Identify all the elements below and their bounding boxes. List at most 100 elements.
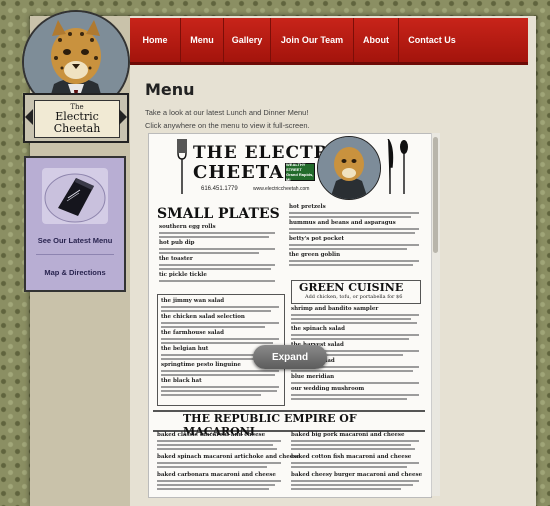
text-line (159, 280, 275, 282)
sidebar-menu-box: See Our Latest Menu Map & Directions (24, 156, 126, 292)
nav-gallery[interactable]: Gallery (224, 18, 271, 62)
text-line (161, 370, 279, 372)
text-line (289, 248, 407, 250)
text-line (291, 480, 419, 482)
text-line (157, 462, 281, 464)
text-line (161, 390, 277, 392)
electric-cheetah-logo[interactable]: The Electric Cheetah (23, 93, 129, 143)
logo-arrow-right-icon (119, 109, 127, 125)
text-line (291, 338, 409, 340)
mac-item: baked spinach macaroni artichoke and che… (157, 454, 300, 460)
text-line (161, 342, 273, 344)
menu-document-viewer[interactable]: THE ELECTRIC CHEETAH WEALTHY STREET Gran… (148, 133, 432, 498)
logo-line2: Cheetah (53, 122, 101, 135)
see-latest-menu-link[interactable]: See Our Latest Menu (26, 236, 124, 245)
text-line (289, 228, 419, 230)
mac-item: baked big pork macaroni and cheese (291, 432, 405, 438)
text-line (157, 480, 281, 482)
text-line (157, 484, 275, 486)
text-line (161, 310, 271, 312)
sidebar-divider (36, 254, 114, 255)
logo-name: Electric Cheetah (54, 111, 101, 135)
right-item: hummus and beans and asparagus (289, 220, 396, 226)
nav-about[interactable]: About (354, 18, 399, 62)
text-line (157, 466, 267, 468)
page-title: Menu (145, 80, 195, 99)
text-line (289, 212, 419, 214)
mac-item: baked cheesy burger macaroni and cheese (291, 472, 423, 478)
text-line (161, 386, 279, 388)
nav-contact-us[interactable]: Contact Us (399, 18, 465, 62)
text-line (291, 448, 415, 450)
text-line (291, 334, 419, 336)
text-line (291, 394, 419, 396)
text-line (291, 382, 419, 384)
text-line (157, 440, 281, 442)
text-line (289, 260, 419, 262)
green-item: the spinach salad (291, 326, 345, 332)
text-line (289, 244, 419, 246)
nav-menu[interactable]: Menu (181, 18, 224, 62)
text-line (159, 232, 275, 234)
salad-item: springtime pesto linguine (161, 362, 241, 368)
text-line (291, 462, 419, 464)
salad-item: the black hat (161, 378, 202, 384)
text-line (289, 232, 415, 234)
mac-item: baked cotton fish macaroni and cheese (291, 454, 412, 460)
text-line (291, 322, 417, 324)
nav-home[interactable]: Home (130, 18, 181, 62)
main-nav: Home Menu Gallery Join Our Team About Co… (130, 18, 528, 65)
green-item: our wedding mushroom (291, 386, 365, 392)
left-item: hot pub dip (159, 240, 195, 246)
text-line (291, 484, 413, 486)
text-line (291, 314, 419, 316)
salad-item: the farmhouse salad (161, 330, 224, 336)
scroll-thumb[interactable] (433, 137, 438, 253)
doc-website: www.electriccheetah.com (253, 186, 310, 192)
green-cuisine-sub: Add chicken, tofu, or portabella for $6 (305, 294, 403, 300)
right-item: the green goblin (289, 252, 341, 258)
intro-text-2: Click anywhere on the menu to view it fu… (145, 121, 310, 130)
green-cuisine-title: GREEN CUISINE (299, 281, 404, 294)
map-directions-link[interactable]: Map & Directions (26, 268, 124, 277)
salad-item: the belgian hut (161, 346, 209, 352)
knife-icon (387, 139, 394, 194)
intro-text-1: Take a look at our latest Lunch and Dinn… (145, 108, 309, 117)
text-line (159, 264, 275, 266)
right-item: hot pretzels (289, 204, 326, 210)
text-line (161, 338, 279, 340)
mac-item: baked classic macaroni and cheese (157, 432, 266, 438)
logo-plaque: The Electric Cheetah (34, 100, 120, 138)
menu-book-icon (44, 173, 106, 223)
green-item: blue meridian (291, 374, 335, 380)
text-line (291, 444, 411, 446)
street-badge: WEALTHY STREET Grand Rapids, MI (285, 162, 315, 182)
nav-join-our-team[interactable]: Join Our Team (271, 18, 354, 62)
text-line (157, 444, 273, 446)
text-line (289, 264, 413, 266)
text-line (291, 466, 407, 468)
text-line (161, 322, 279, 324)
menu-book-image[interactable] (42, 168, 108, 224)
text-line (157, 488, 269, 490)
left-item: the toaster (159, 256, 193, 262)
text-line (159, 236, 269, 238)
mac-item: baked carbonara macaroni and cheese (157, 472, 276, 478)
small-plates-title: SMALL PLATES (157, 206, 280, 222)
expand-button[interactable]: Expand (253, 345, 327, 369)
text-line (161, 394, 261, 396)
salad-item: the chicken salad selection (161, 314, 245, 320)
text-line (159, 248, 275, 250)
left-item: southern egg rolls (159, 224, 216, 230)
salad-item: the jimmy wan salad (161, 298, 225, 304)
spoon-icon (400, 140, 408, 194)
doc-cheetah-icon (318, 137, 380, 199)
text-line (289, 216, 411, 218)
fork-icon (177, 139, 187, 194)
text-line (159, 252, 259, 254)
left-item: tic pickle tickle (159, 272, 207, 278)
doc-phone: 616.451.1779 (201, 186, 238, 192)
text-line (161, 326, 265, 328)
menu-scrollbar[interactable] (431, 133, 440, 496)
text-line (291, 440, 419, 442)
